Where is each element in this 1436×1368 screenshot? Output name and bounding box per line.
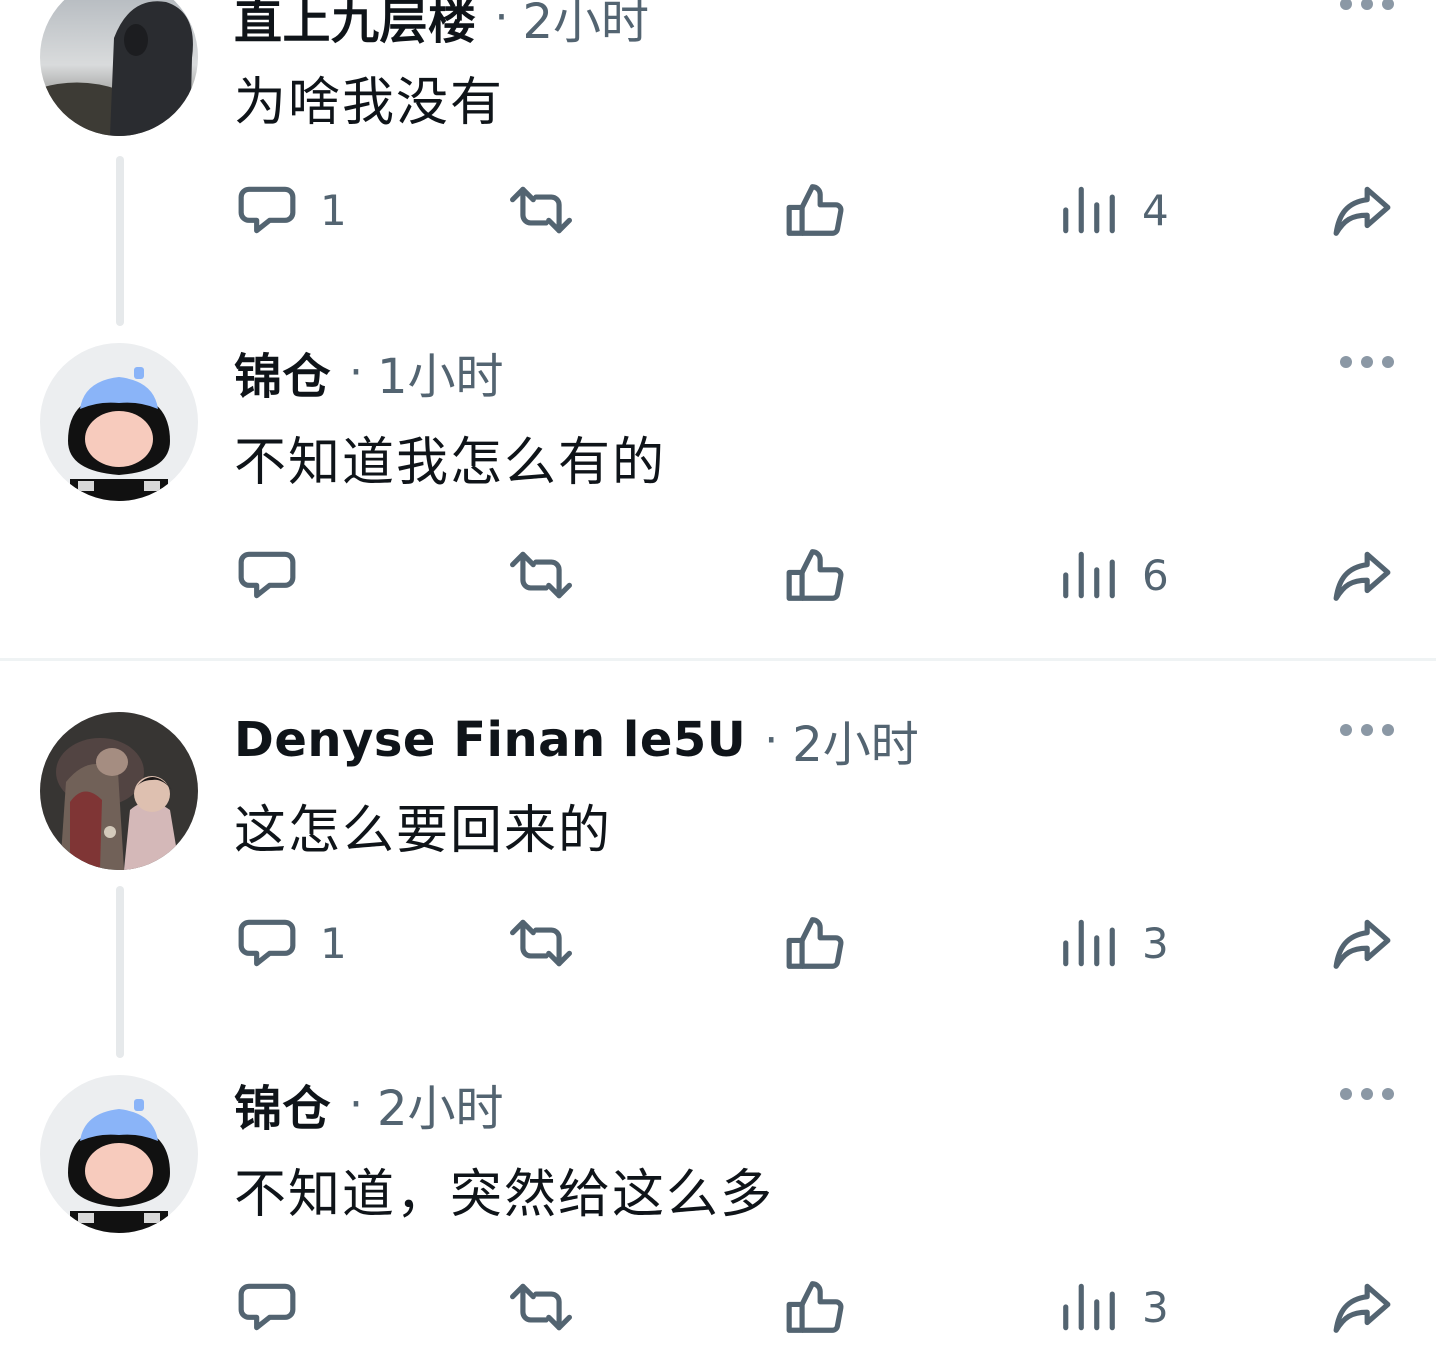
author-name[interactable]: 直上九层楼 <box>234 0 477 52</box>
share-button[interactable] <box>1330 175 1394 245</box>
view-count: 4 <box>1142 185 1169 235</box>
reply-button[interactable] <box>236 540 320 610</box>
reply-count: 1 <box>320 185 347 235</box>
repost-icon <box>510 1283 573 1331</box>
repost-icon <box>510 186 573 234</box>
action-bar: 1 4 <box>0 175 1436 245</box>
author-name[interactable]: Denyse Finan le5U <box>234 712 746 768</box>
avatar[interactable] <box>40 1075 198 1233</box>
post-text: 不知道我怎么有的 <box>234 433 667 493</box>
separator-dot: · <box>349 1078 364 1130</box>
view-count: 6 <box>1142 550 1169 600</box>
reply-button[interactable]: 1 <box>236 175 347 245</box>
views-bar-chart-icon <box>1063 1283 1115 1331</box>
views-button[interactable]: 3 <box>1058 908 1169 978</box>
like-button[interactable] <box>784 540 846 610</box>
post-time[interactable]: 2小时 <box>523 0 650 52</box>
author-name[interactable]: 锦仓 <box>234 1069 331 1139</box>
reply-bubble-icon <box>238 186 296 234</box>
views-bar-chart-icon <box>1063 919 1115 967</box>
thumbs-up-icon <box>786 549 844 601</box>
post-time[interactable]: 2小时 <box>377 1069 504 1139</box>
post-time[interactable]: 2小时 <box>792 705 919 775</box>
more-dots-icon[interactable] <box>1340 0 1394 14</box>
repost-icon <box>510 919 573 967</box>
views-bar-chart-icon <box>1063 186 1115 234</box>
more-dots-icon[interactable] <box>1340 720 1394 740</box>
like-button[interactable] <box>784 908 846 978</box>
thread-divider <box>0 658 1436 661</box>
separator-dot: · <box>349 346 364 398</box>
post-time[interactable]: 1小时 <box>377 337 504 407</box>
reply-count: 1 <box>320 918 347 968</box>
views-button[interactable]: 6 <box>1058 540 1169 610</box>
like-button[interactable] <box>784 1272 846 1342</box>
avatar[interactable] <box>40 712 198 870</box>
avatar[interactable] <box>40 343 198 501</box>
avatar[interactable] <box>40 0 198 136</box>
reply-button[interactable]: 1 <box>236 908 347 978</box>
reply-bubble-icon <box>238 919 296 967</box>
share-button[interactable] <box>1330 540 1394 610</box>
more-dots-icon[interactable] <box>1340 352 1394 372</box>
reply-bubble-icon <box>238 1283 296 1331</box>
reply-button[interactable] <box>236 1272 320 1342</box>
post-text: 不知道，突然给这么多 <box>234 1165 775 1225</box>
views-button[interactable]: 3 <box>1058 1272 1169 1342</box>
share-button[interactable] <box>1330 908 1394 978</box>
share-arrow-icon <box>1333 551 1391 601</box>
share-arrow-icon <box>1333 1283 1391 1333</box>
post-header: Denyse Finan le5U · 2小时 <box>234 705 919 775</box>
post-header: 锦仓 · 1小时 <box>234 337 504 407</box>
post-header: 直上九层楼 · 2小时 <box>234 0 649 52</box>
author-name[interactable]: 锦仓 <box>234 337 331 407</box>
cartoon-girl-blue-hat-avatar <box>40 343 198 501</box>
repost-button[interactable] <box>507 1272 575 1342</box>
action-bar: 3 <box>0 1272 1436 1342</box>
repost-button[interactable] <box>507 540 575 610</box>
thumbs-up-icon <box>786 184 844 236</box>
views-bar-chart-icon <box>1063 551 1115 599</box>
post[interactable]: 直上九层楼 · 2小时 为啥我没有 1 4 <box>0 0 1436 330</box>
post[interactable]: 锦仓 · 1小时 不知道我怎么有的 6 <box>0 330 1436 660</box>
view-count: 3 <box>1142 1282 1169 1332</box>
repost-icon <box>510 551 573 599</box>
thumbs-up-icon <box>786 917 844 969</box>
view-count: 3 <box>1142 918 1169 968</box>
photo-hooded-person-avatar <box>40 0 198 136</box>
thumbs-up-icon <box>786 1281 844 1333</box>
share-arrow-icon <box>1333 186 1391 236</box>
post[interactable]: 锦仓 · 2小时 不知道，突然给这么多 3 <box>0 1062 1436 1368</box>
cartoon-girl-blue-hat-avatar <box>40 1075 198 1233</box>
separator-dot: · <box>764 714 779 766</box>
reply-bubble-icon <box>238 551 296 599</box>
repost-button[interactable] <box>507 908 575 978</box>
views-button[interactable]: 4 <box>1058 175 1169 245</box>
more-dots-icon[interactable] <box>1340 1084 1394 1104</box>
post-text: 这怎么要回来的 <box>234 801 613 861</box>
action-bar: 6 <box>0 540 1436 610</box>
post[interactable]: Denyse Finan le5U · 2小时 这怎么要回来的 1 3 <box>0 700 1436 1060</box>
separator-dot: · <box>494 0 509 43</box>
post-text: 为啥我没有 <box>234 73 505 133</box>
photo-child-avatar <box>40 712 198 870</box>
post-header: 锦仓 · 2小时 <box>234 1069 504 1139</box>
share-arrow-icon <box>1333 919 1391 969</box>
like-button[interactable] <box>784 175 846 245</box>
repost-button[interactable] <box>507 175 575 245</box>
share-button[interactable] <box>1330 1272 1394 1342</box>
action-bar: 1 3 <box>0 908 1436 978</box>
